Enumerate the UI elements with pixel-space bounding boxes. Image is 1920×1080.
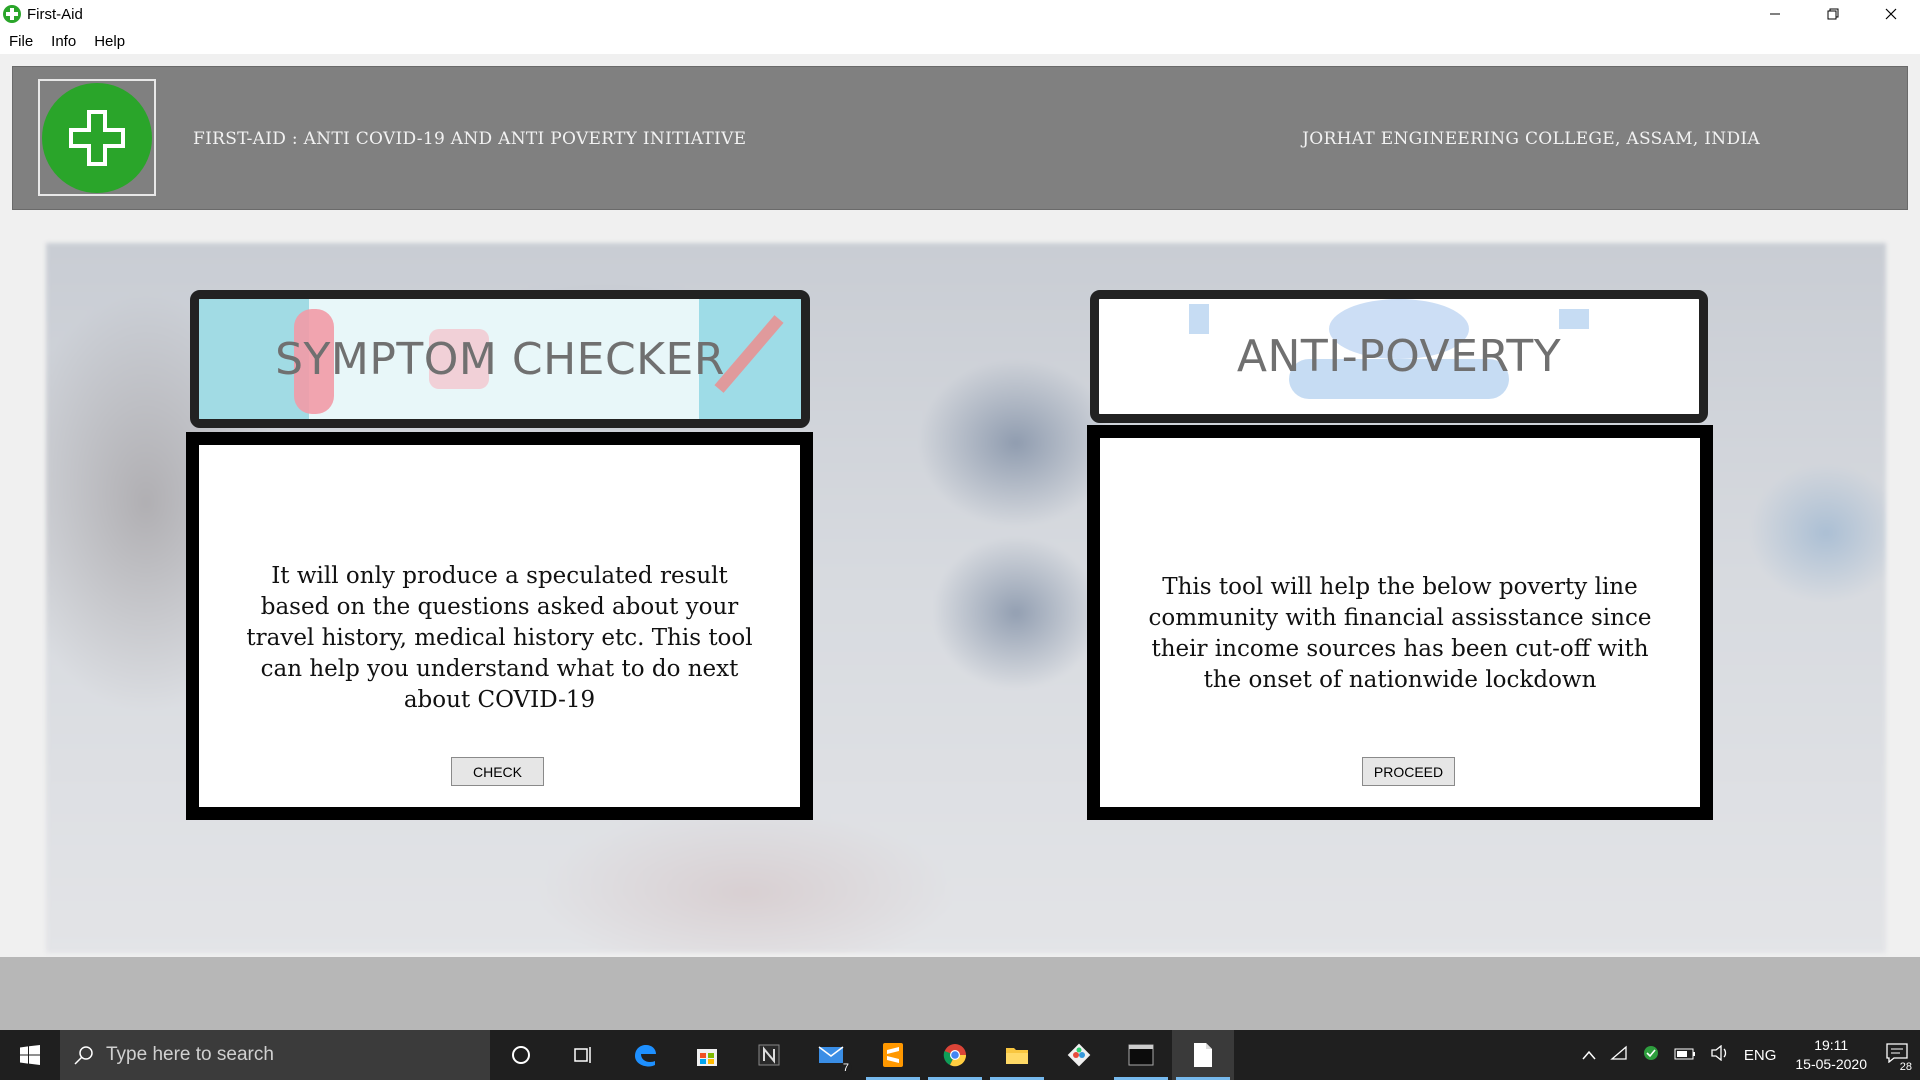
anti-poverty-card: This tool will help the below poverty li… <box>1087 425 1713 820</box>
symptom-checker-title: SYMPTOM CHECKER <box>275 333 725 385</box>
volume-icon[interactable] <box>1710 1044 1730 1065</box>
app-icon <box>3 5 21 23</box>
menu-info[interactable]: Info <box>51 33 76 50</box>
security-icon[interactable] <box>1642 1044 1660 1066</box>
app-header: FIRST-AID : ANTI COVID-19 AND ANTI POVER… <box>12 66 1908 210</box>
search-icon <box>74 1046 93 1065</box>
notification-center-icon[interactable]: 28 <box>1886 1043 1914 1073</box>
taskbar: Type here to search 7 ENG 19:11 15-05-20… <box>0 1030 1920 1080</box>
notion-icon[interactable] <box>738 1030 800 1080</box>
notification-count: 28 <box>1897 1061 1914 1073</box>
window-title: First-Aid <box>27 5 83 23</box>
college-name: JORHAT ENGINEERING COLLEGE, ASSAM, INDIA <box>1302 129 1760 149</box>
menu-file[interactable]: File <box>9 33 33 50</box>
store-icon[interactable] <box>676 1030 738 1080</box>
proceed-button[interactable]: PROCEED <box>1362 757 1455 786</box>
chrome-icon[interactable] <box>924 1030 986 1080</box>
clock[interactable]: 19:11 15-05-2020 <box>1795 1036 1867 1074</box>
logo-frame <box>38 79 156 196</box>
mail-icon[interactable]: 7 <box>800 1030 862 1080</box>
close-button[interactable] <box>1862 0 1920 28</box>
mail-badge: 7 <box>839 1062 852 1074</box>
symptom-checker-card: It will only produce a speculated result… <box>186 432 813 820</box>
wifi-icon[interactable] <box>1610 1045 1628 1065</box>
anti-poverty-description: This tool will help the below poverty li… <box>1148 574 1652 693</box>
window-controls <box>1746 0 1920 28</box>
search-placeholder: Type here to search <box>106 1044 274 1065</box>
menu-help[interactable]: Help <box>94 33 125 50</box>
symptom-checker-description: It will only produce a speculated result… <box>246 563 753 713</box>
edge-icon[interactable] <box>614 1030 676 1080</box>
clock-date: 15-05-2020 <box>1795 1056 1867 1072</box>
symptom-checker-banner: SYMPTOM CHECKER <box>190 290 810 428</box>
anti-poverty-title: ANTI-POVERTY <box>1236 331 1562 382</box>
task-view-icon[interactable] <box>552 1030 614 1080</box>
windows-start-icon[interactable] <box>0 1030 60 1080</box>
notepad-icon[interactable] <box>1172 1030 1234 1080</box>
git-icon[interactable] <box>1048 1030 1110 1080</box>
language-indicator[interactable]: ENG <box>1744 1047 1777 1064</box>
cortana-icon[interactable] <box>490 1030 552 1080</box>
restore-button[interactable] <box>1804 0 1862 28</box>
minimize-button[interactable] <box>1746 0 1804 28</box>
menu-bar: File Info Help <box>0 28 1920 54</box>
initiative-title: FIRST-AID : ANTI COVID-19 AND ANTI POVER… <box>193 129 747 149</box>
clock-time: 19:11 <box>1814 1037 1849 1053</box>
taskbar-search-box[interactable]: Type here to search <box>60 1030 490 1080</box>
system-tray: ENG 19:11 15-05-2020 28 <box>1575 1030 1920 1080</box>
status-strip <box>0 957 1920 1030</box>
anti-poverty-banner: ANTI-POVERTY <box>1090 290 1708 423</box>
chevron-up-icon[interactable] <box>1582 1047 1596 1064</box>
medical-cross-icon <box>42 82 152 193</box>
title-bar: First-Aid <box>0 0 1920 28</box>
battery-icon[interactable] <box>1674 1047 1696 1064</box>
file-explorer-icon[interactable] <box>986 1030 1048 1080</box>
terminal-icon[interactable] <box>1110 1030 1172 1080</box>
sublime-icon[interactable] <box>862 1030 924 1080</box>
check-button[interactable]: CHECK <box>451 757 544 786</box>
